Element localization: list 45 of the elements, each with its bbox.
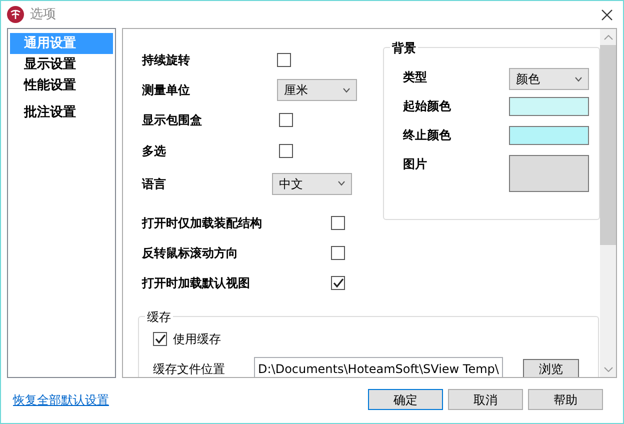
dropdown[interactable]: 中文 xyxy=(272,172,352,194)
browse-button[interactable]: 浏览 xyxy=(523,359,579,377)
chevron-down-icon xyxy=(575,76,582,82)
field-label: 缓存文件位置 xyxy=(153,360,226,377)
sidebar-item[interactable]: 显示设置 xyxy=(10,54,113,75)
sidebar-item[interactable]: 性能设置 xyxy=(10,75,113,96)
setting-label: 打开时加载默认视图 xyxy=(142,275,251,292)
setting-label: 起始颜色 xyxy=(403,98,452,115)
checkbox[interactable] xyxy=(331,276,345,290)
scrollbar-thumb[interactable] xyxy=(600,45,616,245)
dialog-button[interactable]: 确定 xyxy=(368,389,443,410)
path-field[interactable]: D:\Documents\HoteamSoft\SView Temp\ xyxy=(254,357,503,377)
checkbox[interactable] xyxy=(153,332,167,346)
color-swatch[interactable] xyxy=(509,97,589,116)
setting-label: 打开时仅加载装配结构 xyxy=(142,215,263,232)
checkbox[interactable] xyxy=(279,144,293,158)
setting-label: 反转鼠标滚动方向 xyxy=(142,245,239,262)
dropdown[interactable]: 颜色 xyxy=(509,68,589,90)
dialog-button[interactable]: 帮助 xyxy=(528,389,603,410)
checkbox[interactable] xyxy=(331,246,345,260)
image-well[interactable] xyxy=(509,155,589,192)
close-icon[interactable] xyxy=(601,8,613,20)
setting-label: 持续旋转 xyxy=(142,52,191,69)
checkbox-label: 使用缓存 xyxy=(173,331,221,348)
logo-icon xyxy=(7,6,24,23)
setting-label: 终止颜色 xyxy=(403,127,452,144)
checkbox[interactable] xyxy=(277,53,291,67)
setting-label: 测量单位 xyxy=(142,82,191,99)
checkbox[interactable] xyxy=(331,216,345,230)
chevron-down-icon xyxy=(338,181,345,186)
setting-label: 显示包围盒 xyxy=(142,112,203,129)
setting-label: 多选 xyxy=(142,143,167,160)
scrollbar[interactable] xyxy=(600,29,616,377)
chevron-down-icon xyxy=(343,88,350,92)
setting-label: 类型 xyxy=(403,69,428,86)
group-title: 背景 xyxy=(390,39,418,57)
window-title: 选项 xyxy=(30,6,56,24)
restore-defaults-link[interactable]: 恢复全部默认设置 xyxy=(13,390,109,408)
dropdown[interactable]: 厘米 xyxy=(277,79,357,101)
dialog-button[interactable]: 取消 xyxy=(448,389,523,410)
checkbox[interactable] xyxy=(279,113,293,127)
color-swatch[interactable] xyxy=(509,126,589,145)
setting-label: 图片 xyxy=(403,156,428,173)
setting-label: 语言 xyxy=(142,176,167,192)
sidebar-item[interactable]: 批注设置 xyxy=(10,102,113,123)
